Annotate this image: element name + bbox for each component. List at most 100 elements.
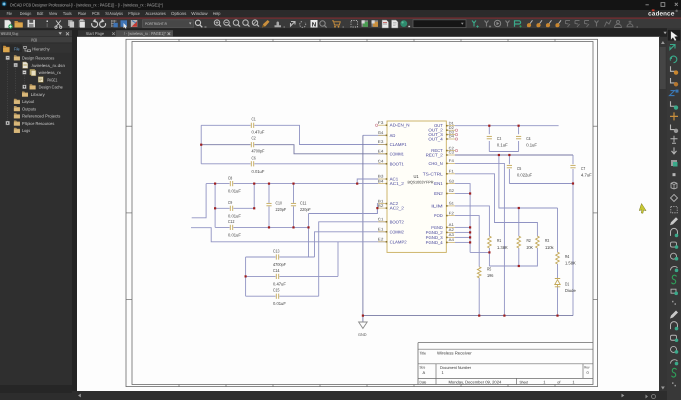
svg-text:G2: G2 bbox=[449, 188, 454, 193]
svg-text:AD-EN_N: AD-EN_N bbox=[390, 123, 410, 128]
svg-text:Design Resources: Design Resources bbox=[22, 56, 54, 61]
svg-text:F3: F3 bbox=[378, 120, 384, 125]
svg-text:Hierarchy: Hierarchy bbox=[32, 47, 50, 52]
svg-text:Document Number: Document Number bbox=[440, 365, 472, 370]
svg-text:C4: C4 bbox=[526, 136, 531, 141]
svg-text:Options: Options bbox=[171, 11, 187, 16]
svg-text:B2: B2 bbox=[378, 203, 384, 208]
svg-text:C1: C1 bbox=[378, 217, 384, 222]
svg-text:R2: R2 bbox=[527, 238, 532, 243]
svg-text:OUT_4: OUT_4 bbox=[428, 137, 443, 142]
svg-text:Start Page: Start Page bbox=[86, 31, 105, 36]
svg-text:File: File bbox=[14, 47, 20, 52]
svg-text:0.01uF: 0.01uF bbox=[273, 301, 286, 306]
svg-text:EN2: EN2 bbox=[434, 191, 443, 196]
svg-text:C3: C3 bbox=[497, 136, 502, 141]
svg-text:E1: E1 bbox=[378, 227, 384, 232]
svg-text:wireless_rx: wireless_rx bbox=[39, 70, 62, 75]
svg-text:C1: C1 bbox=[252, 116, 257, 121]
svg-text:D1: D1 bbox=[565, 281, 570, 286]
svg-text:COMM2: COMM2 bbox=[390, 229, 405, 234]
svg-text:CLAMP1: CLAMP1 bbox=[390, 142, 408, 147]
svg-text:1.58K: 1.58K bbox=[565, 261, 576, 266]
svg-text:OrCAD PCB Designer Professiona: OrCAD PCB Designer Professional-[/ - [wi… bbox=[10, 3, 163, 8]
svg-text:C13: C13 bbox=[273, 248, 280, 253]
svg-text:D4: D4 bbox=[449, 134, 455, 139]
svg-text:Wireless Receiver: Wireless Receiver bbox=[437, 351, 472, 356]
svg-text:G3: G3 bbox=[449, 178, 454, 183]
svg-text:1.38K: 1.38K bbox=[497, 245, 508, 250]
svg-text:G1: G1 bbox=[449, 201, 454, 206]
svg-text:Design: Design bbox=[20, 11, 32, 16]
svg-text:G4: G4 bbox=[378, 130, 384, 135]
svg-text:Layout: Layout bbox=[22, 99, 35, 104]
svg-text:AC2_2: AC2_2 bbox=[390, 206, 405, 211]
svg-text:Diode: Diode bbox=[565, 288, 576, 293]
svg-text:R1: R1 bbox=[497, 238, 502, 243]
svg-text:Window: Window bbox=[191, 11, 208, 16]
svg-text:EN1: EN1 bbox=[434, 181, 443, 186]
svg-text:0.01uF: 0.01uF bbox=[228, 232, 241, 237]
svg-text:Referenced Projects: Referenced Projects bbox=[22, 114, 60, 119]
svg-text:Sheet: Sheet bbox=[520, 380, 529, 384]
svg-text:C15: C15 bbox=[273, 288, 280, 293]
svg-text:File: File bbox=[7, 11, 13, 16]
svg-text:PAGE1: PAGE1 bbox=[47, 77, 58, 82]
svg-text:0.01uF: 0.01uF bbox=[228, 189, 241, 194]
svg-text:C12: C12 bbox=[228, 219, 235, 224]
svg-text:Rev: Rev bbox=[584, 365, 589, 369]
svg-text:0.47uF: 0.47uF bbox=[252, 129, 265, 134]
svg-text:C10: C10 bbox=[276, 200, 283, 205]
svg-text:.\wireless_rx.dsn: .\wireless_rx.dsn bbox=[31, 63, 66, 68]
svg-text:Title: Title bbox=[420, 351, 427, 355]
svg-text:Date: Date bbox=[420, 380, 427, 384]
svg-text:0.1uF: 0.1uF bbox=[497, 143, 508, 148]
svg-text:0.01uF: 0.01uF bbox=[252, 169, 265, 174]
svg-text:4.7uF: 4.7uF bbox=[581, 173, 592, 178]
svg-text:N: N bbox=[312, 22, 317, 29]
svg-text:PGND_4: PGND_4 bbox=[426, 240, 444, 245]
svg-text:0.1uF: 0.1uF bbox=[526, 143, 537, 148]
svg-text:B4: B4 bbox=[378, 178, 385, 183]
svg-text:C9: C9 bbox=[228, 200, 233, 205]
svg-text:FOD: FOD bbox=[434, 213, 443, 218]
svg-text:E2: E2 bbox=[378, 237, 384, 242]
svg-text:110k: 110k bbox=[545, 245, 554, 250]
svg-text:F2: F2 bbox=[449, 210, 454, 215]
svg-text:4700pF: 4700pF bbox=[252, 148, 265, 153]
svg-text:F1: F1 bbox=[449, 169, 454, 174]
svg-text:COMM1: COMM1 bbox=[390, 151, 405, 156]
svg-text:/ - [wireless_rx : PAGE1]*: / - [wireless_rx : PAGE1]* bbox=[124, 31, 166, 36]
svg-text:4700pF: 4700pF bbox=[273, 262, 286, 267]
svg-text:CLAMP2: CLAMP2 bbox=[390, 239, 408, 244]
svg-text:C14: C14 bbox=[273, 268, 280, 273]
svg-text:A: A bbox=[423, 370, 426, 375]
svg-text:BOOT2: BOOT2 bbox=[390, 219, 405, 224]
svg-text:cadence: cadence bbox=[648, 10, 675, 17]
svg-text:BQ51003YFPR: BQ51003YFPR bbox=[408, 180, 434, 185]
svg-text:20K: 20K bbox=[527, 245, 534, 250]
svg-text:PCB: PCB bbox=[31, 38, 37, 43]
svg-text:Edit: Edit bbox=[37, 11, 44, 16]
svg-text:R4: R4 bbox=[565, 254, 570, 259]
svg-text:Monday, December 09, 2024: Monday, December 09, 2024 bbox=[449, 379, 503, 384]
svg-text:Outputs: Outputs bbox=[22, 106, 36, 111]
svg-text:CHG_N: CHG_N bbox=[428, 161, 442, 166]
svg-text:U1: U1 bbox=[414, 174, 420, 179]
svg-text:196: 196 bbox=[487, 273, 494, 278]
svg-text:C8: C8 bbox=[228, 175, 233, 180]
svg-text:RECT_2: RECT_2 bbox=[426, 153, 444, 158]
svg-text:GND: GND bbox=[358, 332, 367, 337]
svg-text:AC1_2: AC1_2 bbox=[390, 181, 405, 186]
svg-text:220pF: 220pF bbox=[300, 207, 311, 212]
svg-text:E3: E3 bbox=[378, 139, 384, 144]
svg-text:PCB: PCB bbox=[92, 11, 100, 16]
svg-text:BOOT1: BOOT1 bbox=[390, 161, 405, 166]
svg-text:Help: Help bbox=[213, 11, 221, 16]
svg-text:R5: R5 bbox=[487, 266, 492, 271]
svg-text:SI Analysis: SI Analysis bbox=[105, 11, 123, 16]
svg-text:C6: C6 bbox=[252, 155, 257, 160]
svg-text:220pF: 220pF bbox=[276, 207, 287, 212]
svg-text:C2: C2 bbox=[252, 136, 257, 141]
svg-text:PSpice Resources: PSpice Resources bbox=[22, 121, 54, 126]
